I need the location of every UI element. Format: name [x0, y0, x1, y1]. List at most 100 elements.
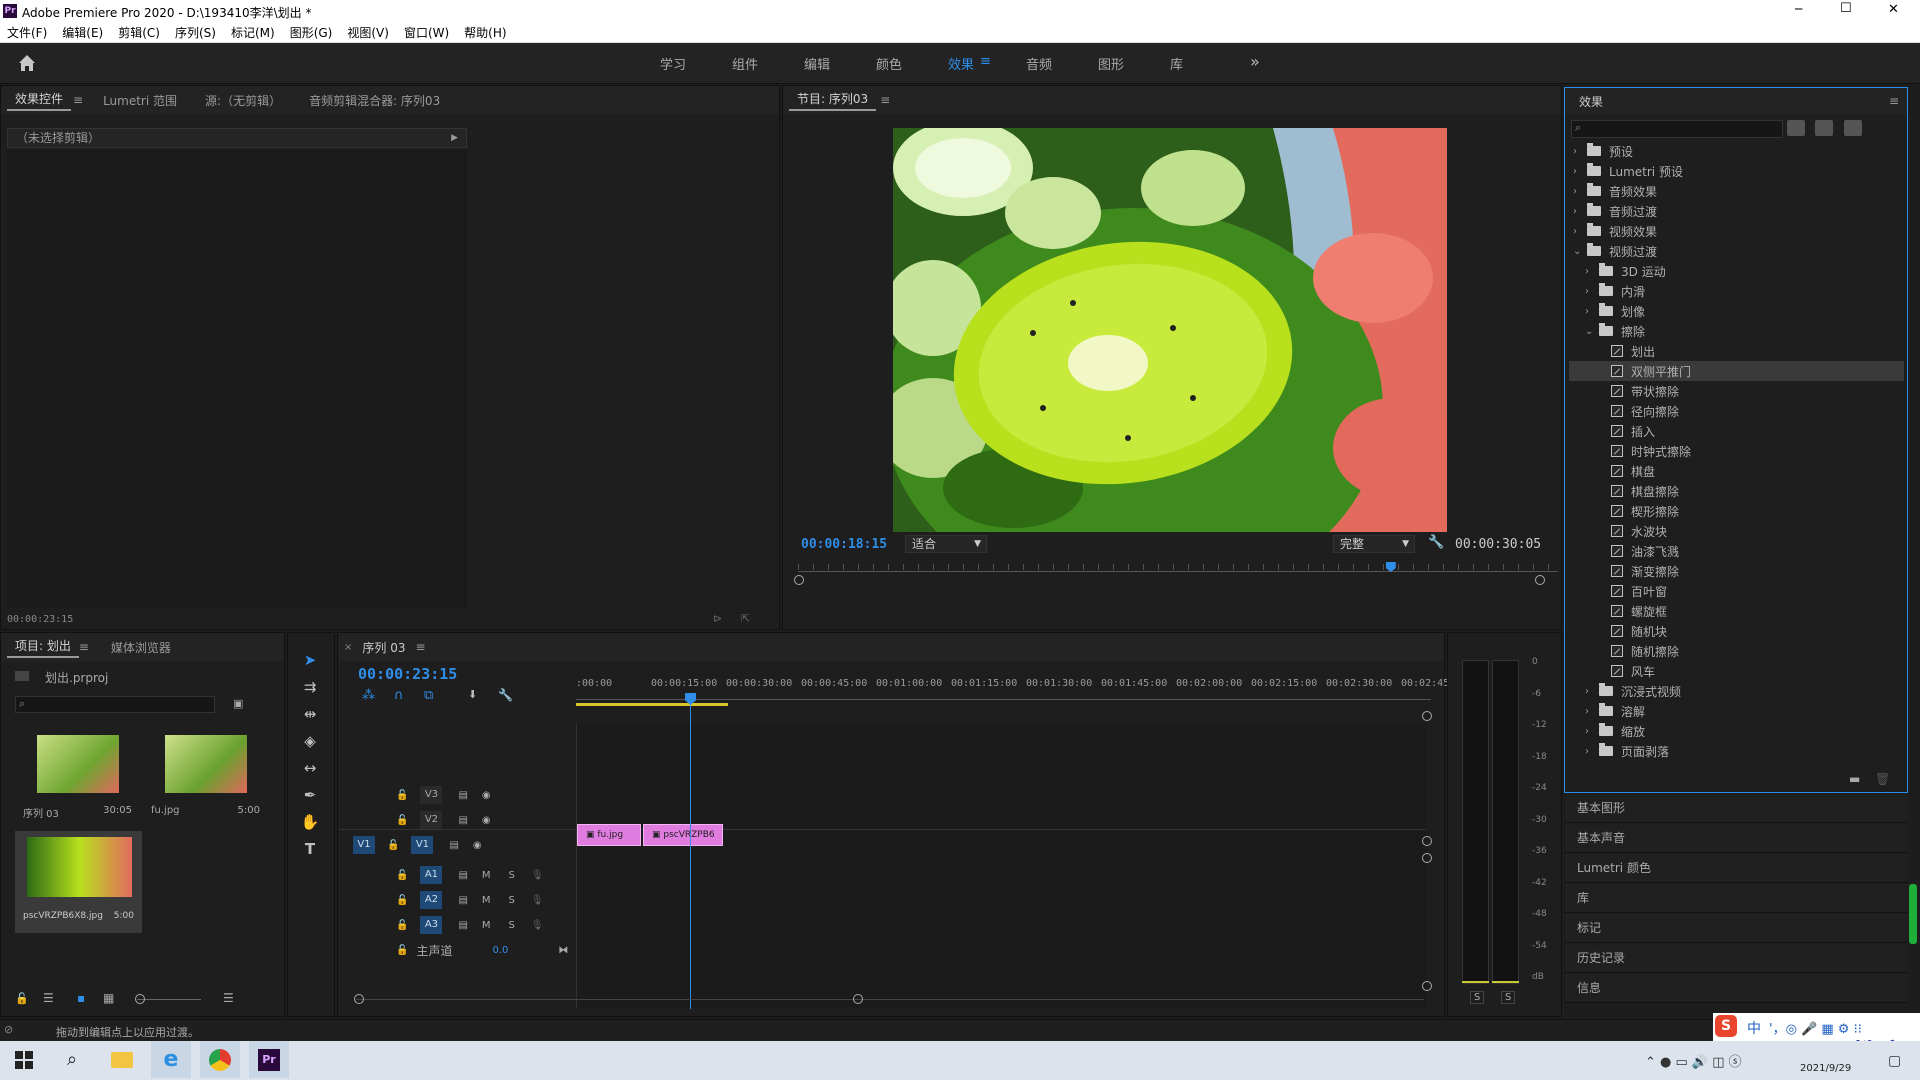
effect-item[interactable]: 随机块: [1569, 621, 1904, 641]
chevron-right-icon[interactable]: ›: [1585, 706, 1599, 717]
slip-tool-icon[interactable]: ↔: [296, 756, 324, 780]
project-panel-tab[interactable]: 项目: 划出: [7, 637, 79, 658]
eye-icon[interactable]: ◉: [482, 790, 491, 801]
chevron-right-icon[interactable]: ›: [1585, 286, 1599, 297]
search-icon[interactable]: ⌕: [52, 1041, 92, 1078]
linked-selection-icon[interactable]: ⧉: [424, 688, 433, 703]
windows-start-icon[interactable]: [4, 1041, 44, 1078]
effect-folder[interactable]: › 页面剥落: [1569, 741, 1904, 761]
side-panel-header[interactable]: 标记: [1565, 914, 1907, 943]
effect-item[interactable]: 风车: [1569, 661, 1904, 681]
chevron-right-icon[interactable]: ›: [1585, 266, 1599, 277]
chevron-right-icon[interactable]: ›: [1573, 206, 1587, 217]
effect-item[interactable]: 棋盘: [1569, 461, 1904, 481]
lock-icon[interactable]: 🔓: [15, 992, 29, 1005]
project-item-sequence[interactable]: 序列 03 30:05: [15, 729, 140, 833]
effect-item[interactable]: 楔形擦除: [1569, 501, 1904, 521]
project-search-input[interactable]: ⌕: [15, 696, 215, 713]
track-label-a1[interactable]: A1: [420, 866, 443, 884]
mic-icon[interactable]: 🎙: [531, 870, 544, 881]
chevron-right-icon[interactable]: ›: [1585, 686, 1599, 697]
source-panel-tab[interactable]: 效果控件: [7, 90, 72, 111]
filter-icon[interactable]: ⊳: [713, 612, 722, 625]
project-panel-tab[interactable]: 媒体浏览器: [103, 639, 179, 656]
lock-icon[interactable]: 🔓: [396, 790, 408, 801]
mic-icon[interactable]: 🎙: [531, 920, 544, 931]
v-scroll-handle-bottom[interactable]: [1422, 981, 1432, 991]
chevron-down-icon[interactable]: ⌄: [1585, 326, 1599, 337]
effects-search-input[interactable]: ⌕: [1571, 120, 1783, 138]
track-label-v3[interactable]: V3: [420, 786, 443, 804]
chevron-right-icon[interactable]: ›: [1573, 226, 1587, 237]
timeline-playhead[interactable]: [690, 699, 691, 1009]
mute-button[interactable]: M: [482, 895, 491, 906]
freeform-view-icon[interactable]: ▦: [103, 991, 114, 1005]
effect-item[interactable]: 划出: [1569, 341, 1904, 361]
menu-item[interactable]: 视图(V): [347, 24, 389, 43]
track-select-tool-icon[interactable]: ⇉: [296, 675, 324, 699]
clip-psc[interactable]: ▣ pscVRZPB6: [643, 824, 723, 846]
effect-item[interactable]: 油漆飞溅: [1569, 541, 1904, 561]
v-scroll-handle-top[interactable]: [1422, 711, 1432, 721]
effect-folder[interactable]: › 内滑: [1569, 281, 1904, 301]
effect-item[interactable]: 带状擦除: [1569, 381, 1904, 401]
h-scroll-handle-left[interactable]: [354, 994, 364, 1004]
menu-item[interactable]: 图形(G): [290, 24, 333, 43]
file-explorer-icon[interactable]: [102, 1041, 142, 1078]
program-scrubber[interactable]: [798, 556, 1558, 572]
effect-folder[interactable]: › 缩放: [1569, 721, 1904, 741]
hand-tool-icon[interactable]: ✋: [296, 810, 324, 834]
panel-menu-icon[interactable]: ≡: [79, 640, 89, 654]
effect-folder[interactable]: › 划像: [1569, 301, 1904, 321]
close-button[interactable]: ✕: [1888, 2, 1899, 17]
lock-icon[interactable]: 🔓: [396, 920, 408, 931]
maximize-button[interactable]: ☐: [1840, 1, 1852, 16]
solo-left-button[interactable]: S: [1470, 991, 1485, 1004]
track-label-a3[interactable]: A3: [420, 916, 443, 934]
effects-menu-icon[interactable]: ≡: [1889, 94, 1899, 108]
track-label-v2[interactable]: V2: [420, 811, 443, 829]
sync-lock-icon[interactable]: ▤: [458, 895, 467, 906]
workspace-more-icon[interactable]: »: [1250, 52, 1260, 71]
premiere-taskbar-icon[interactable]: Pr: [249, 1041, 289, 1078]
h-scrollbar[interactable]: [356, 999, 1424, 1000]
sync-lock-icon[interactable]: ▤: [458, 790, 467, 801]
menu-item[interactable]: 窗口(W): [404, 24, 449, 43]
panel-menu-icon[interactable]: ≡: [73, 93, 83, 107]
razor-tool-icon[interactable]: ◈: [296, 729, 324, 753]
lock-icon[interactable]: 🔓: [396, 895, 408, 906]
chevron-down-icon[interactable]: ⌄: [1573, 246, 1587, 257]
effect-folder[interactable]: › 溶解: [1569, 701, 1904, 721]
side-panel-header[interactable]: 基本图形: [1565, 794, 1907, 823]
new-bin-icon[interactable]: ▣: [233, 697, 243, 710]
workspace-tab[interactable]: 学习: [660, 54, 732, 73]
side-panel-header[interactable]: 基本声音: [1565, 824, 1907, 853]
program-timecode[interactable]: 00:00:18:15: [801, 537, 887, 552]
32bit-effects-icon[interactable]: [1815, 120, 1833, 136]
menu-item[interactable]: 编辑(E): [62, 24, 103, 43]
effect-folder[interactable]: › 沉浸式视频: [1569, 681, 1904, 701]
workspace-tab[interactable]: 库: [1170, 54, 1242, 73]
effect-item[interactable]: 螺旋框: [1569, 601, 1904, 621]
workspace-menu-icon[interactable]: ≡: [980, 54, 1020, 73]
effect-folder[interactable]: › 音频效果: [1569, 181, 1904, 201]
menu-item[interactable]: 序列(S): [175, 24, 216, 43]
sync-lock-icon[interactable]: ▤: [449, 840, 458, 851]
ie-browser-icon[interactable]: e: [151, 1041, 191, 1078]
master-volume[interactable]: 0.0: [492, 945, 508, 956]
effect-folder[interactable]: › 视频效果: [1569, 221, 1904, 241]
chevron-right-icon[interactable]: ›: [1573, 186, 1587, 197]
workspace-tab[interactable]: 编辑: [804, 54, 876, 73]
chevron-right-icon[interactable]: ›: [1573, 146, 1587, 157]
tray-icons[interactable]: ⌃ ● ▭ 🔊 ◫ ⓢ: [1645, 1051, 1742, 1070]
effect-folder[interactable]: ⌄ 视频过渡: [1569, 241, 1904, 261]
solo-button[interactable]: S: [509, 895, 515, 906]
effect-folder[interactable]: ⌄ 擦除: [1569, 321, 1904, 341]
chevron-right-icon[interactable]: ›: [1573, 166, 1587, 177]
v-scroll-handle-mid2[interactable]: [1422, 853, 1432, 863]
icon-view-icon[interactable]: ▪: [77, 991, 85, 1005]
workspace-tab[interactable]: 组件: [732, 54, 804, 73]
workspace-tab[interactable]: 音频: [1026, 54, 1098, 73]
new-bin-icon[interactable]: ▬: [1849, 772, 1860, 786]
chevron-right-icon[interactable]: ›: [1585, 306, 1599, 317]
